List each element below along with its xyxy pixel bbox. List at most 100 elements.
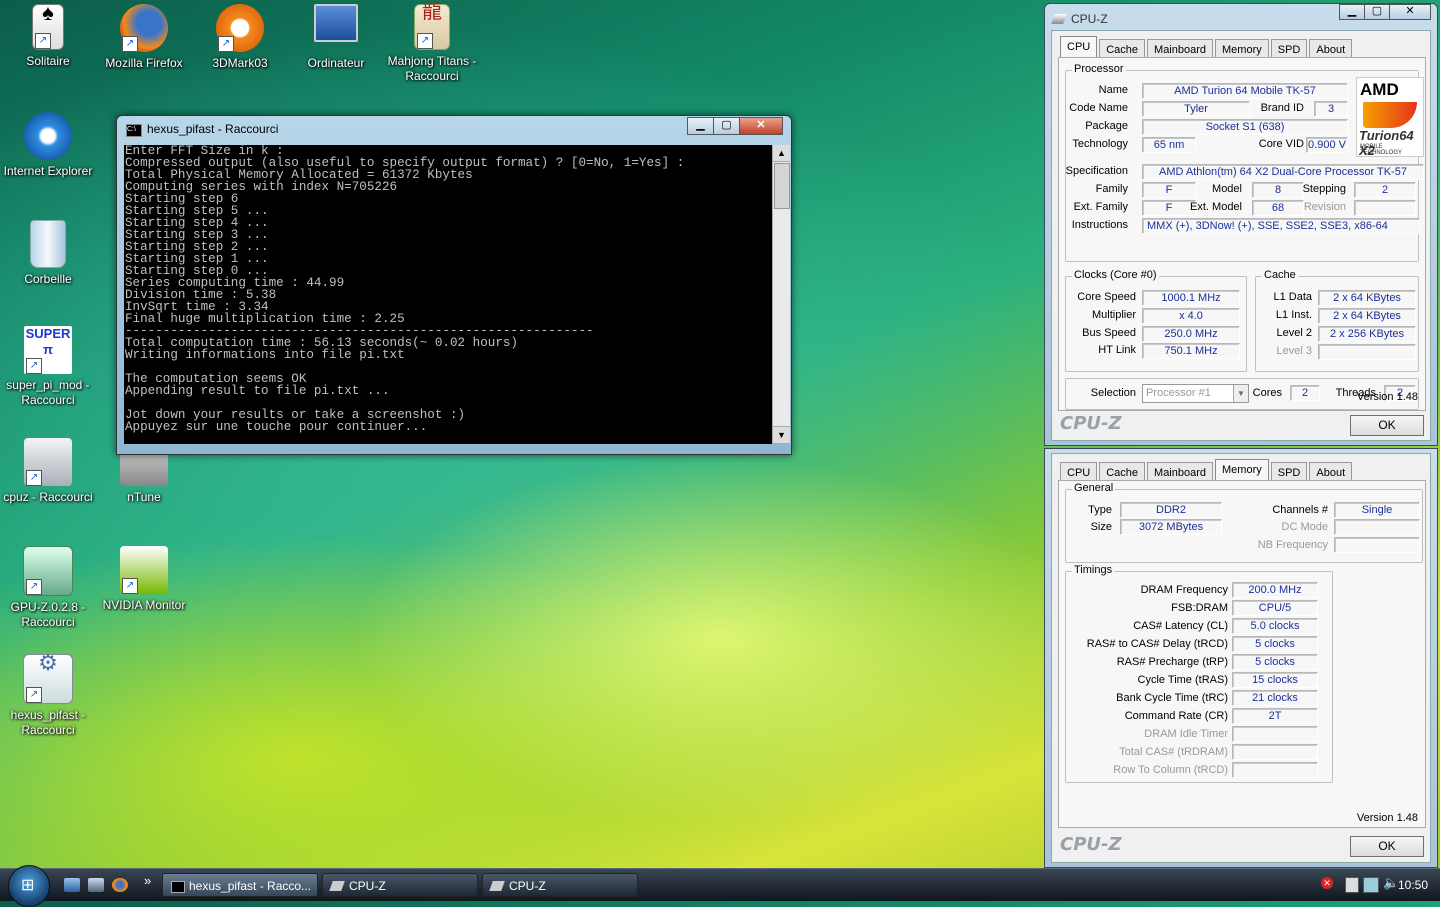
timings-group: Timings DRAM Frequency 200.0 MHz FSB:DRAM C… <box>1065 564 1333 783</box>
cpu-tab-panel: Processor AMD Turion64 X2 MOBILE TECHNOL… <box>1058 57 1426 411</box>
tab-memory[interactable]: Memory <box>1215 459 1269 482</box>
name-label: Name <box>1098 84 1128 96</box>
maximize-button[interactable]: ▢ <box>1364 4 1390 20</box>
ext-model-value: 68 <box>1252 200 1304 216</box>
network-icon[interactable] <box>1363 877 1379 893</box>
maximize-button[interactable]: ▢ <box>713 117 740 135</box>
tab-mainboard[interactable]: Mainboard <box>1147 39 1214 59</box>
tab-spd[interactable]: SPD <box>1270 39 1308 59</box>
level2-label: Level 2 <box>1276 327 1312 339</box>
family-value: F <box>1142 182 1196 198</box>
desktop-icon-superpi[interactable]: SUPER π ↗ super_pi_mod - Raccourci <box>0 326 96 408</box>
desktop-icon-nvidia-monitor[interactable]: ↗ NVIDIA Monitor <box>96 546 192 613</box>
channels-value: Single <box>1334 502 1420 518</box>
stepping-value: 2 <box>1354 182 1416 198</box>
switch-windows-icon[interactable] <box>88 878 104 892</box>
ext-family-value: F <box>1142 200 1196 216</box>
tab-about[interactable]: About <box>1309 462 1353 482</box>
window-controls: ▁ ▢ ✕ <box>1339 4 1431 20</box>
cpuz-cpu-window[interactable]: CPU-Z ▁ ▢ ✕ CPU Cache Mainboard Memory S… <box>1044 3 1438 446</box>
tab-memory[interactable]: Memory <box>1215 39 1269 59</box>
group-label: Cache <box>1262 269 1298 281</box>
desktop-icon-gpuz[interactable]: ↗ GPU-Z.0.2.8 - Raccourci <box>0 546 96 630</box>
tab-cache[interactable]: Cache <box>1099 39 1146 59</box>
desktop-icon-mahjong[interactable]: 龍 ↗ Mahjong Titans - Raccourci <box>384 2 480 84</box>
taskbar: ⊞ » hexus_pifast - Racco... CPU-Z CPU-Z … <box>0 865 1440 907</box>
type-value: DDR2 <box>1120 502 1222 518</box>
start-button[interactable]: ⊞ <box>8 865 50 907</box>
firefox-quicklaunch-icon[interactable] <box>112 878 128 892</box>
tab-mainboard[interactable]: Mainboard <box>1147 462 1214 482</box>
selection-value: Processor #1 <box>1146 387 1211 399</box>
brand-id-value: 3 <box>1314 101 1348 117</box>
console-scrollbar[interactable]: ▲ ▼ <box>772 145 790 444</box>
tab-cpu[interactable]: CPU <box>1060 36 1098 59</box>
desktop-icon-ordinateur[interactable]: Ordinateur <box>288 4 384 71</box>
memory-tab-panel: General Type DDR2 Size 3072 MBytes Chann… <box>1058 480 1426 828</box>
technology-value: 65 nm <box>1142 137 1196 153</box>
taskbar-button-hexus[interactable]: hexus_pifast - Racco... <box>162 873 318 897</box>
clock[interactable]: 10:50 <box>1398 878 1428 892</box>
close-button[interactable]: ✕ <box>739 117 783 135</box>
group-label: Clocks (Core #0) <box>1072 269 1159 281</box>
scrollbar-thumb[interactable] <box>774 163 790 209</box>
tab-about[interactable]: About <box>1309 39 1353 59</box>
timing-value <box>1232 744 1318 760</box>
console-output[interactable]: Enter FFT Size in k : Compressed output (… <box>124 145 772 444</box>
instructions-value: MMX (+), 3DNow! (+), SSE, SSE2, SSE3, x8… <box>1142 218 1420 234</box>
desktop-icon-ie[interactable]: Internet Explorer <box>0 112 96 179</box>
processor-selection-dropdown[interactable]: Processor #1 ▼ <box>1142 384 1249 403</box>
close-button[interactable]: ✕ <box>1389 4 1431 20</box>
selection-label: Selection <box>1090 387 1136 399</box>
battery-icon[interactable] <box>1345 877 1359 893</box>
taskbar-button-cpuz-1[interactable]: CPU-Z <box>322 873 478 897</box>
desktop-icon-label: Corbeille <box>24 272 72 286</box>
model-label: Model <box>1212 183 1242 195</box>
level2-value: 2 x 256 KBytes <box>1318 326 1416 342</box>
timing-label: RAS# Precharge (tRP) <box>1116 656 1228 668</box>
clocks-group: Clocks (Core #0) Core Speed 1000.1 MHz M… <box>1065 269 1247 372</box>
package-value: Socket S1 (638) <box>1142 119 1348 135</box>
system-tray: ✕ 🔈 10:50 <box>1305 871 1440 899</box>
show-desktop-icon[interactable] <box>64 878 80 892</box>
desktop-icon-label: Mahjong Titans - Raccourci <box>387 54 477 83</box>
cpuz-version: Version 1.48 <box>1356 391 1418 403</box>
timing-label: RAS# to CAS# Delay (tRCD) <box>1086 638 1228 650</box>
desktop-icon-solitaire[interactable]: ♠ ↗ Solitaire <box>0 2 96 69</box>
desktop-icon-hexus[interactable]: ⚙ ↗ hexus_pifast - Raccourci <box>0 652 96 738</box>
quicklaunch-overflow[interactable]: » <box>144 873 151 888</box>
scroll-up-arrow-icon[interactable]: ▲ <box>773 145 790 162</box>
tab-spd[interactable]: SPD <box>1270 462 1308 482</box>
timing-label: FSB:DRAM <box>1171 602 1228 614</box>
desktop-icon-corbeille[interactable]: Corbeille <box>0 220 96 287</box>
logo-brand: AMD <box>1360 80 1399 99</box>
solitaire-icon: ♠ ↗ <box>32 2 64 50</box>
scroll-down-arrow-icon[interactable]: ▼ <box>773 426 790 444</box>
timing-label: DRAM Frequency <box>1140 584 1228 596</box>
minimize-button[interactable]: ▁ <box>1339 4 1365 20</box>
console-window[interactable]: C:\ hexus_pifast - Raccourci ▁ ▢ ✕ Enter… <box>116 115 792 455</box>
ok-button[interactable]: OK <box>1350 415 1424 436</box>
chevron-down-icon: ▼ <box>1233 385 1248 402</box>
cpuz-window-icon <box>1051 14 1067 24</box>
tab-cpu[interactable]: CPU <box>1060 462 1098 482</box>
ext-family-label: Ext. Family <box>1073 201 1128 213</box>
minimize-button[interactable]: ▁ <box>687 117 714 135</box>
ok-button[interactable]: OK <box>1350 836 1424 857</box>
level3-label: Level 3 <box>1276 345 1312 357</box>
desktop-icon-firefox[interactable]: ↗ Mozilla Firefox <box>96 4 192 71</box>
desktop-icon-cpuz[interactable]: ↗ cpuz - Raccourci <box>0 438 96 505</box>
volume-icon[interactable]: 🔈 <box>1383 875 1399 891</box>
taskbar-button-cpuz-2[interactable]: CPU-Z <box>482 873 638 897</box>
mahjong-icon: 龍 ↗ <box>414 2 450 50</box>
firefox-icon: ↗ <box>120 4 168 52</box>
alert-icon[interactable]: ✕ <box>1321 877 1333 889</box>
multiplier-value: x 4.0 <box>1142 308 1240 324</box>
desktop-icon-3dmark[interactable]: ↗ 3DMark03 <box>192 4 288 71</box>
cpuz-memory-window[interactable]: CPU Cache Mainboard Memory SPD About Gen… <box>1044 448 1438 868</box>
cache-group: Cache L1 Data 2 x 64 KBytes L1 Inst. 2 x… <box>1255 269 1419 372</box>
nvidia-monitor-icon: ↗ <box>120 546 168 594</box>
core-vid-value: 0.900 V <box>1306 137 1348 153</box>
tab-cache[interactable]: Cache <box>1099 462 1146 482</box>
cores-value: 2 <box>1290 385 1320 401</box>
